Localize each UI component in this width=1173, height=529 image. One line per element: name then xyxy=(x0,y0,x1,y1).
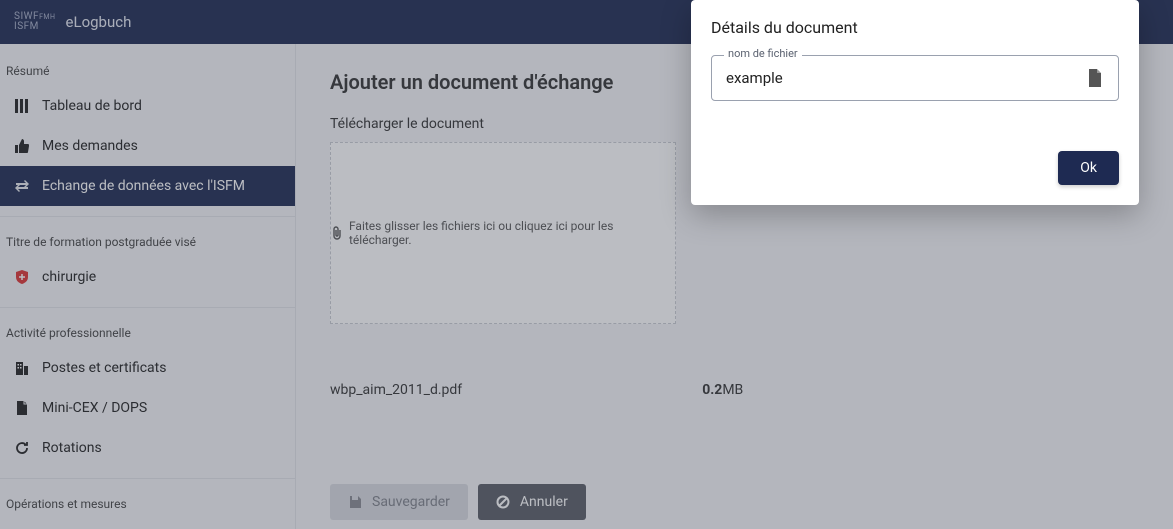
filename-label: nom de fichier xyxy=(724,47,802,60)
document-details-modal: Détails du document nom de fichier Ok xyxy=(691,0,1139,205)
file-icon xyxy=(1086,68,1104,88)
filename-input[interactable] xyxy=(726,69,1086,87)
ok-label: Ok xyxy=(1080,160,1097,176)
modal-title: Détails du document xyxy=(711,18,1119,37)
ok-button[interactable]: Ok xyxy=(1058,151,1119,185)
filename-field[interactable]: nom de fichier xyxy=(711,55,1119,101)
